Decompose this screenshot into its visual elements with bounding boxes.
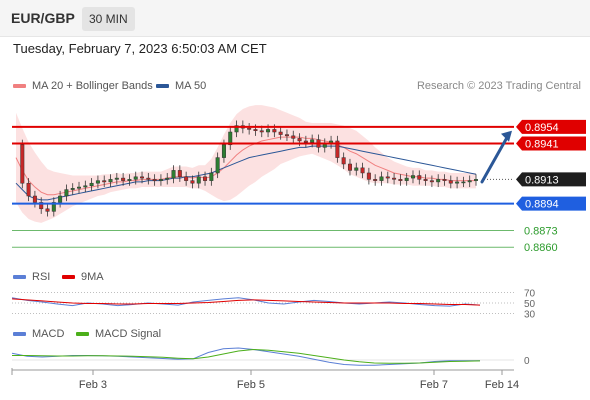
candle-body: [461, 181, 466, 184]
candle-body: [26, 182, 31, 197]
candle-body: [291, 135, 296, 139]
level-label: 0.8913: [525, 174, 559, 186]
candle-body: [360, 167, 365, 174]
macd-tick-label: 0: [524, 356, 530, 367]
candle-body: [467, 180, 472, 183]
candle-body: [373, 179, 378, 181]
candle-body: [259, 130, 264, 133]
candle-body: [64, 189, 69, 197]
candle-body: [45, 208, 50, 212]
candle-body: [70, 188, 75, 190]
candle-body: [398, 179, 403, 181]
candle-body: [83, 185, 88, 188]
candle-body: [215, 157, 220, 174]
candle-body: [121, 177, 126, 181]
candle-body: [152, 179, 157, 181]
candle-body: [379, 176, 384, 181]
candle-body: [209, 172, 214, 181]
candle-body: [392, 177, 397, 180]
candle-body: [158, 179, 163, 181]
candle-body: [297, 138, 302, 142]
candle-body: [474, 179, 478, 181]
rsi-tick-label: 70: [524, 289, 536, 300]
candle-body: [20, 144, 25, 184]
candle-body: [77, 186, 82, 189]
candle-body: [347, 163, 352, 171]
candle-body: [133, 176, 138, 180]
chart-canvas: 0.8954 0.8941 0.8913 0.8894 0.8873 0.8860 7050…: [11, 105, 586, 391]
candle-body: [429, 180, 434, 183]
candle-body: [140, 176, 145, 179]
candle-body: [366, 172, 371, 180]
candle-body: [108, 179, 113, 183]
candle-body: [341, 157, 346, 165]
level-label: 0.8941: [525, 139, 559, 151]
rsi-line: [11, 297, 481, 307]
rsi-tick-label: 30: [524, 309, 536, 320]
candle-body: [354, 167, 359, 171]
candle-body: [95, 180, 100, 184]
level-label: 0.8860: [524, 242, 558, 254]
candle-body: [455, 181, 460, 184]
candle-body: [184, 176, 189, 181]
x-tick-label: Feb 14: [485, 379, 519, 391]
candle-body: [310, 139, 315, 143]
macd-signal-line: [12, 348, 481, 364]
bollinger-band: [16, 105, 476, 223]
candle-body: [190, 180, 195, 184]
x-tick-label: Feb 7: [420, 379, 448, 391]
candle-body: [146, 177, 151, 180]
candle-body: [272, 129, 277, 133]
candle-body: [114, 177, 119, 180]
candle-body: [284, 134, 289, 137]
candle-body: [436, 179, 441, 183]
candle-body: [221, 144, 226, 158]
candle-body: [423, 179, 428, 181]
level-label: 0.8873: [524, 226, 558, 238]
candle-body: [278, 131, 283, 135]
candle-body: [253, 129, 258, 131]
candle-body: [196, 176, 201, 184]
level-label: 0.8894: [525, 199, 559, 211]
candle-body: [89, 182, 94, 187]
candle-body: [303, 140, 308, 143]
candle-body: [417, 175, 422, 180]
candle-body: [102, 180, 107, 183]
candle-body: [448, 180, 453, 184]
candle-body: [266, 129, 271, 133]
x-tick-label: Feb 5: [237, 379, 265, 391]
candle-body: [442, 179, 447, 181]
candle-body: [247, 127, 252, 130]
x-tick-label: Feb 3: [79, 379, 107, 391]
rsi-tick-label: 50: [524, 299, 536, 310]
candle-body: [385, 176, 390, 179]
candle-body: [171, 170, 176, 179]
candle-body: [177, 170, 182, 178]
candle-body: [203, 176, 208, 181]
candle-body: [410, 175, 415, 179]
candle-body: [127, 179, 132, 181]
level-label: 0.8954: [525, 122, 559, 134]
candle-body: [404, 177, 409, 181]
candle-body: [165, 177, 170, 180]
candle-body: [32, 195, 37, 203]
candle-body: [58, 195, 63, 203]
